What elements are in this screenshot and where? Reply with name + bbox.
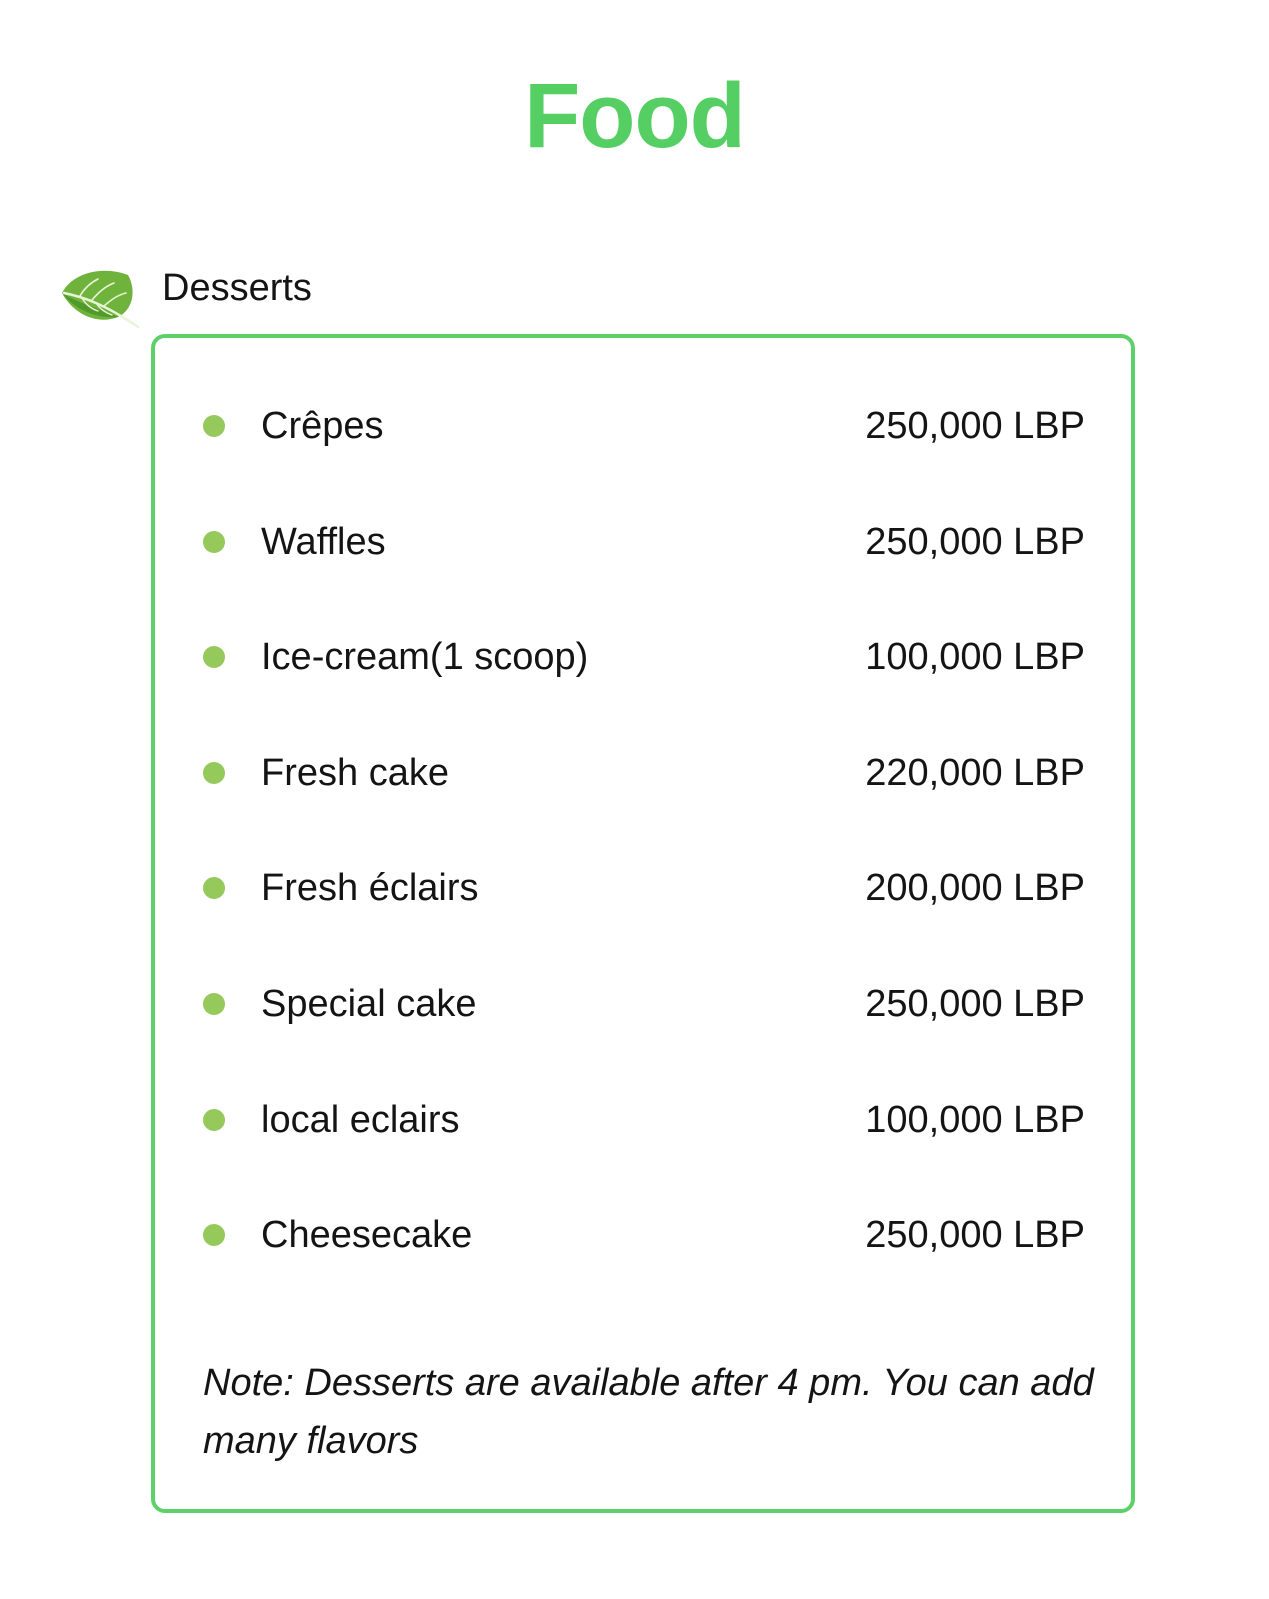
- item-name: Cheesecake: [261, 1214, 473, 1256]
- bullet-icon: [203, 1224, 225, 1246]
- item-name: Fresh cake: [261, 752, 449, 794]
- item-price: 100,000 LBP: [865, 636, 1085, 678]
- availability-note: Note: Desserts are available after 4 pm.…: [203, 1362, 1094, 1462]
- menu-item: Fresh éclairs 200,000 LBP: [155, 858, 1131, 918]
- leaf-icon: [62, 270, 140, 329]
- item-name: local eclairs: [261, 1099, 460, 1141]
- bullet-icon: [203, 993, 225, 1015]
- bullet-icon: [203, 415, 225, 437]
- item-price: 200,000 LBP: [865, 867, 1085, 909]
- bullet-icon: [203, 531, 225, 553]
- menu-item: Waffles 250,000 LBP: [155, 512, 1131, 572]
- menu-item: local eclairs 100,000 LBP: [155, 1090, 1131, 1150]
- item-price: 250,000 LBP: [865, 1214, 1085, 1256]
- item-name: Ice-cream(1 scoop): [261, 636, 589, 678]
- item-price: 250,000 LBP: [865, 983, 1085, 1025]
- item-name: Waffles: [261, 521, 386, 563]
- item-price: 100,000 LBP: [865, 1099, 1085, 1141]
- item-price: 220,000 LBP: [865, 752, 1085, 794]
- bullet-icon: [203, 762, 225, 784]
- menu-item: Fresh cake 220,000 LBP: [155, 743, 1131, 803]
- section-title: Desserts: [162, 267, 312, 309]
- page-title: Food: [524, 65, 746, 167]
- section-header: [58, 262, 142, 332]
- item-name: Crêpes: [261, 405, 384, 447]
- item-name: Fresh éclairs: [261, 867, 479, 909]
- menu-item: Ice-cream(1 scoop) 100,000 LBP: [155, 627, 1131, 687]
- item-name: Special cake: [261, 983, 477, 1025]
- bullet-icon: [203, 877, 225, 899]
- menu-item: Cheesecake 250,000 LBP: [155, 1205, 1131, 1265]
- item-price: 250,000 LBP: [865, 521, 1085, 563]
- bullet-icon: [203, 646, 225, 668]
- menu-item: Special cake 250,000 LBP: [155, 974, 1131, 1034]
- menu-box: Crêpes 250,000 LBP Waffles 250,000 LBP I…: [151, 334, 1135, 1513]
- item-price: 250,000 LBP: [865, 405, 1085, 447]
- menu-item: Crêpes 250,000 LBP: [155, 396, 1131, 456]
- bullet-icon: [203, 1109, 225, 1131]
